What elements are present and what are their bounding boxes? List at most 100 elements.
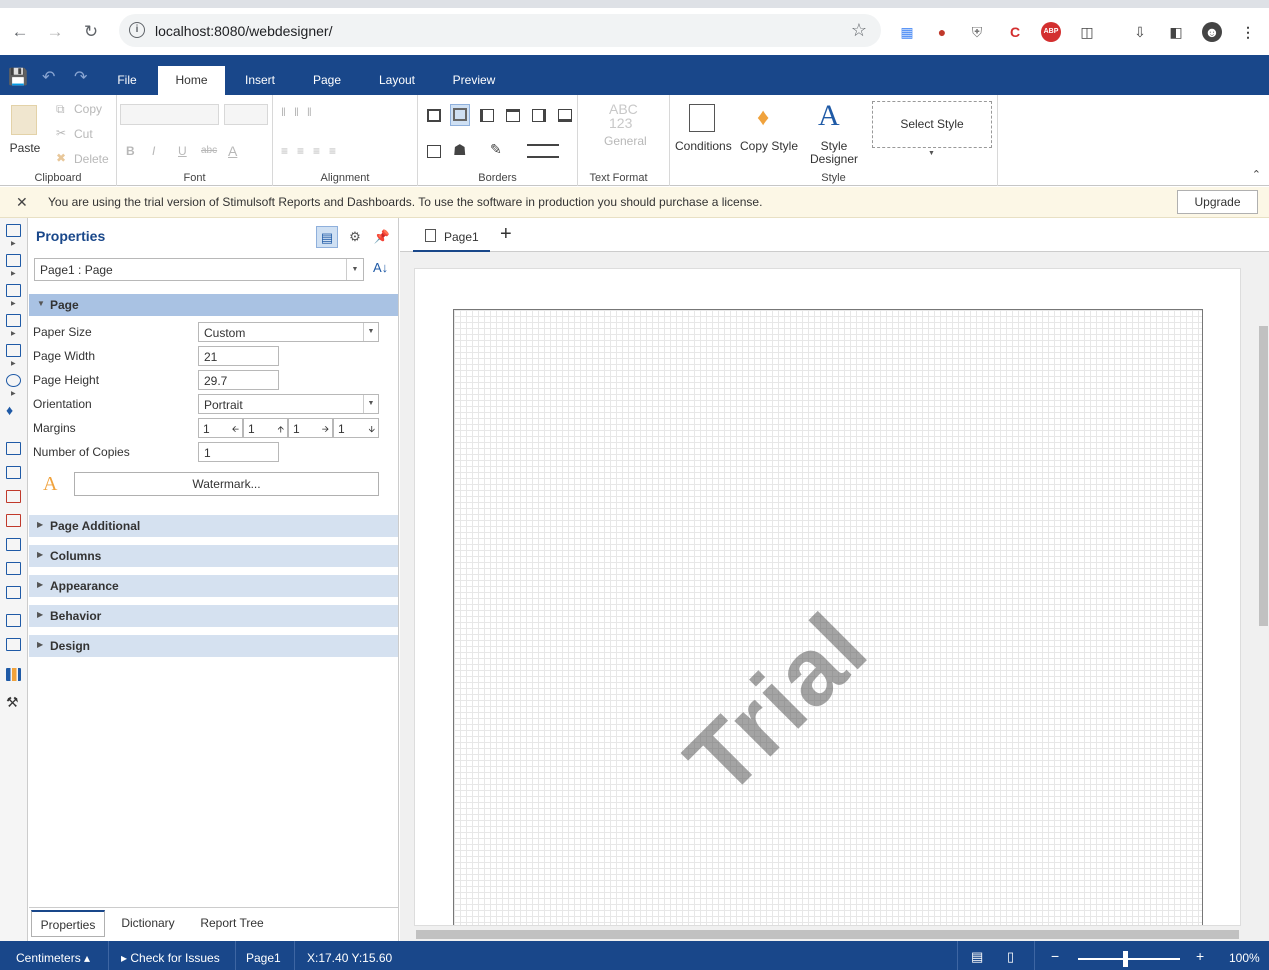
image-icon[interactable] [6,638,21,651]
site-info-icon[interactable]: i [129,22,145,38]
data-band-icon[interactable] [6,284,21,297]
units-selector[interactable]: Centimeters ▴ [16,951,90,965]
expand-arrow-icon[interactable]: ▶ [11,360,16,367]
italic-button[interactable]: I [152,144,155,158]
horizontal-scroll-thumb[interactable] [416,930,1239,939]
subreport-icon[interactable] [6,562,21,575]
margin-top-input[interactable]: 1 🡩 [243,418,288,438]
add-page-icon[interactable]: + [500,223,512,246]
zoom-in-icon[interactable]: + [1196,948,1204,964]
upgrade-button[interactable]: Upgrade [1177,190,1258,214]
select-style-box[interactable]: Select Style [872,101,992,148]
cross-band-icon[interactable] [6,344,21,357]
outer-border-icon[interactable] [453,108,467,121]
fit-width-icon[interactable]: ▤ [971,949,983,965]
margin-right-input[interactable]: 1 🡪 [288,418,333,438]
rich-text-icon[interactable] [6,466,21,479]
tab-page[interactable]: Page [300,66,354,95]
table-icon[interactable] [6,586,21,599]
side-panel-icon[interactable]: ◧ [1166,22,1186,42]
tab-home[interactable]: Home [158,66,225,95]
tab-preview[interactable]: Preview [443,66,505,95]
text-in-cells-icon[interactable] [6,490,21,503]
tab-file[interactable]: File [103,66,151,95]
conditions-button[interactable]: Conditions [675,139,732,153]
underline-button[interactable]: U [178,144,187,158]
all-borders-icon[interactable] [427,109,441,122]
font-size-select[interactable] [224,104,268,125]
system-text-icon[interactable] [6,514,21,527]
cut-button[interactable]: Cut [74,127,93,141]
section-page[interactable]: ▼ Page [29,293,398,316]
settings-gear-icon[interactable]: ⚙ [344,226,366,248]
style-designer-button-2[interactable]: Designer [810,152,858,166]
c-extension-icon[interactable]: C [1005,22,1025,42]
right-border-icon[interactable] [532,109,546,122]
bottom-border-icon[interactable] [558,109,572,122]
report-canvas[interactable]: Trial [414,268,1241,926]
strikethrough-button[interactable]: abc [201,145,217,156]
expand-arrow-icon[interactable]: ▶ [11,300,16,307]
chart-icon[interactable] [6,668,21,681]
reload-icon[interactable]: ↻ [81,22,101,42]
zoom-slider-handle[interactable] [1123,951,1128,967]
shield-extension-icon[interactable]: ⛨ [967,22,987,42]
components-puzzle-icon[interactable]: ♦ [6,403,21,417]
chevron-down-icon[interactable]: ▼ [363,395,378,413]
expand-arrow-icon[interactable]: ▶ [11,390,16,397]
vertical-align-icons[interactable]: ‖‖‖ [281,105,320,119]
vertical-scroll-thumb[interactable] [1259,326,1268,626]
text-format-button[interactable]: General [604,134,647,148]
check-issues-button[interactable]: ▸ Check for Issues [121,951,220,965]
tab-dictionary[interactable]: Dictionary [113,910,183,937]
paper-size-select[interactable]: Custom ▼ [198,322,379,342]
page-header-band-icon[interactable] [6,254,21,267]
chevron-down-icon[interactable]: ▼ [363,323,378,341]
margin-left-input[interactable]: 1 🡨 [198,418,243,438]
bold-button[interactable]: B [126,144,135,158]
expand-arrow-icon[interactable]: ▶ [11,270,16,277]
panel-icon[interactable] [6,538,21,551]
close-icon[interactable]: ✕ [16,194,28,211]
save-icon[interactable]: 💾 [8,67,28,87]
shapes-icon[interactable] [6,374,21,387]
collapse-ribbon-icon[interactable]: ⌃ [1252,168,1261,181]
copy-style-button[interactable]: Copy Style [739,139,799,153]
no-border-icon[interactable] [427,145,441,158]
redo-icon[interactable]: ↷ [74,67,87,87]
border-style-icon[interactable] [527,144,559,158]
text-align-icons[interactable]: ≡≡≡≡ [281,144,345,158]
image-icon[interactable] [6,614,21,627]
fill-color-icon[interactable]: ☗ [453,141,466,159]
vertical-scrollbar[interactable] [1257,268,1269,926]
fit-page-icon[interactable]: ▯ [1007,949,1014,965]
expand-arrow-icon[interactable]: ▶ [11,240,16,247]
text-component-icon[interactable] [6,442,21,455]
section-columns[interactable]: ▶ Columns [29,544,398,567]
adblock-icon[interactable]: ABP [1041,22,1061,42]
object-select[interactable]: Page1 : Page ▼ [34,258,364,281]
forward-arrow-icon[interactable]: → [45,22,65,42]
group-band-icon[interactable] [6,314,21,327]
section-page-additional[interactable]: ▶ Page Additional [29,514,398,537]
zoom-out-icon[interactable]: − [1051,948,1059,964]
paste-button[interactable]: Paste [5,141,45,155]
url-text[interactable]: localhost:8080/webdesigner/ [155,23,332,39]
orientation-select[interactable]: Portrait ▼ [198,394,379,414]
section-appearance[interactable]: ▶ Appearance [29,574,398,597]
undo-icon[interactable]: ↶ [42,67,55,87]
top-border-icon[interactable] [506,109,520,122]
extension-icon[interactable]: ● [932,22,952,42]
font-color-button[interactable]: A [228,143,237,159]
copy-button[interactable]: Copy [74,102,102,116]
border-color-icon[interactable]: ✎ [490,141,502,158]
select-style-dropdown-icon[interactable]: ▼ [928,150,935,157]
font-name-select[interactable] [120,104,219,125]
tab-layout[interactable]: Layout [367,66,427,95]
download-icon[interactable]: ⇩ [1130,22,1150,42]
section-behavior[interactable]: ▶ Behavior [29,604,398,627]
horizontal-scrollbar[interactable] [400,928,1257,941]
page-height-input[interactable]: 29.7 [198,370,279,390]
left-border-icon[interactable] [480,109,494,122]
tab-report-tree[interactable]: Report Tree [192,910,272,937]
